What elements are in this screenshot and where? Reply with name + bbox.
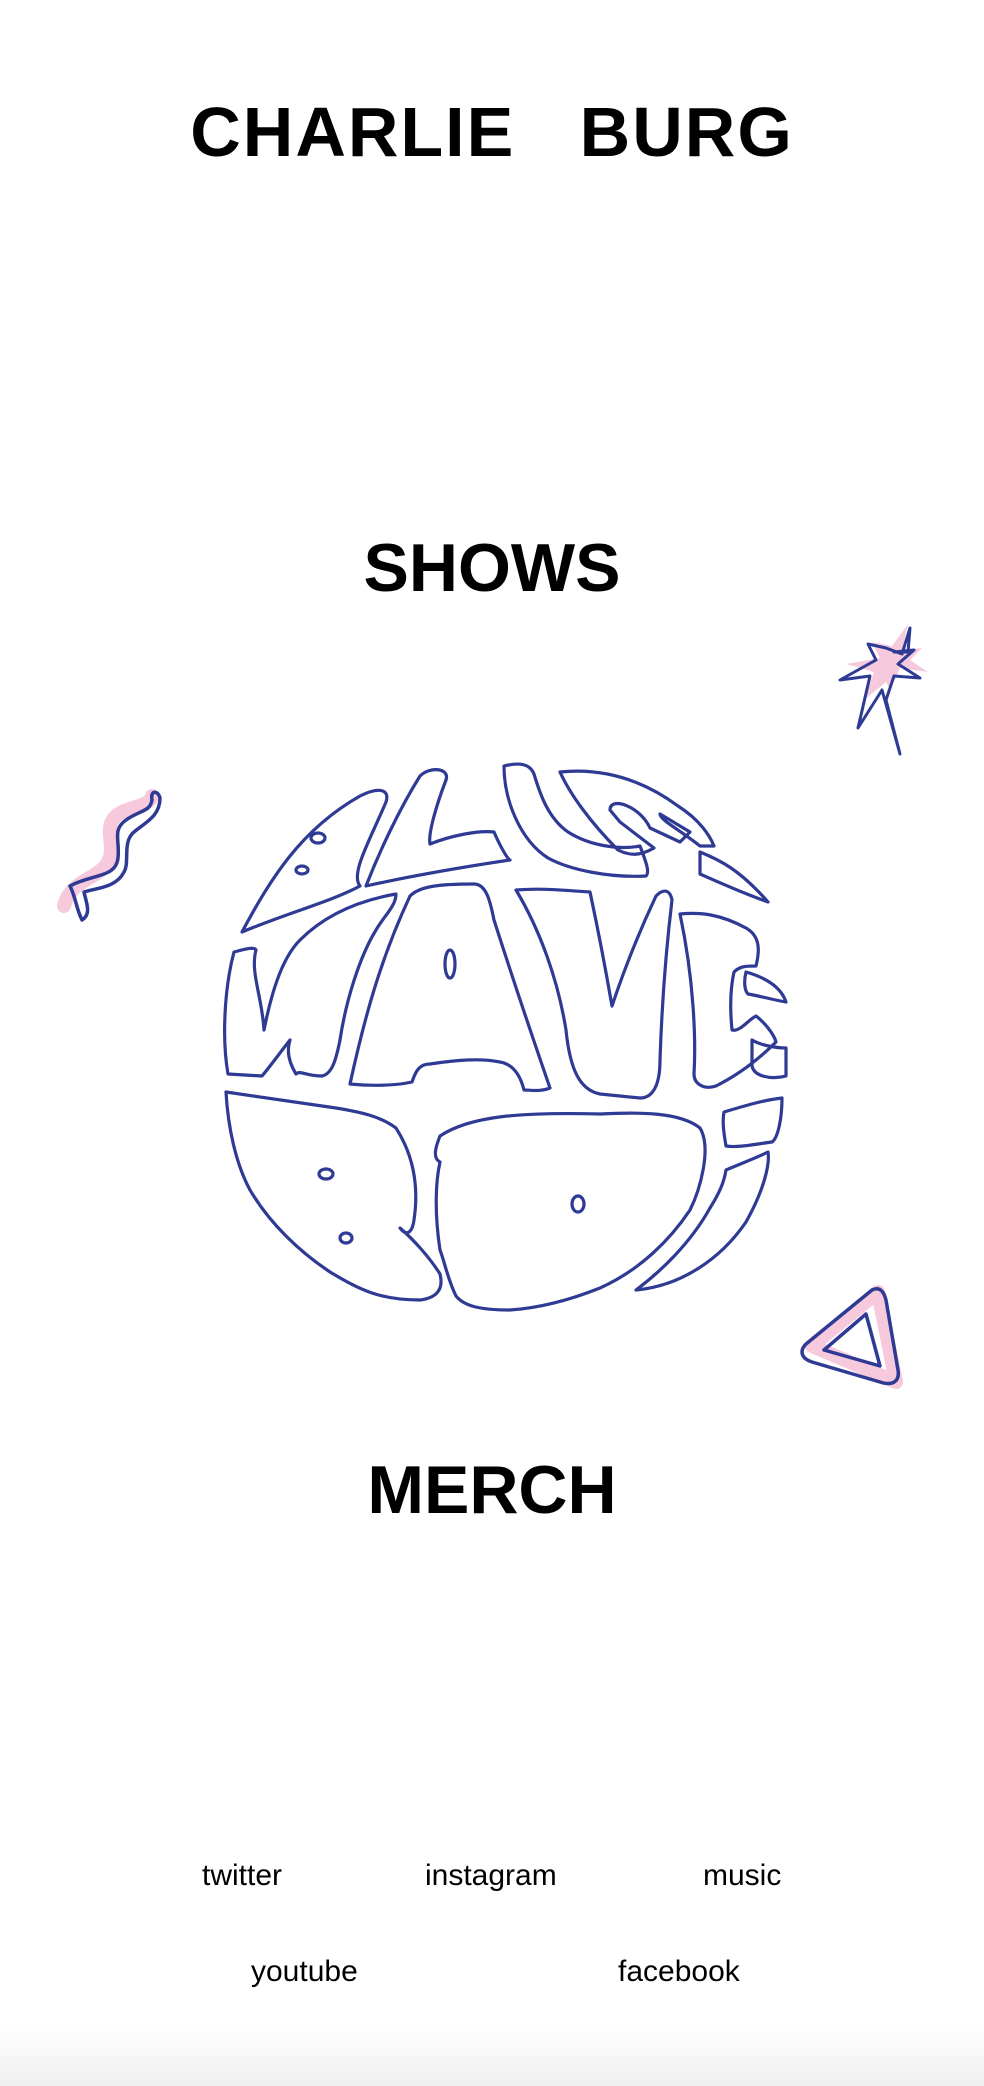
footer-link-instagram[interactable]: instagram (425, 1858, 557, 1894)
triangle-icon (800, 1285, 903, 1389)
squiggle-icon (57, 789, 162, 922)
merch-link[interactable]: MERCH (0, 1450, 984, 1530)
footer-link-music[interactable]: music (703, 1858, 781, 1894)
shows-link[interactable]: SHOWS (0, 528, 984, 608)
blue-wave-boi-logo (223, 762, 788, 1312)
starburst-icon (838, 624, 928, 756)
site-title[interactable]: CHARLIE BURG (0, 91, 984, 173)
footer-link-twitter[interactable]: twitter (202, 1858, 282, 1894)
footer-link-facebook[interactable]: facebook (618, 1954, 740, 1990)
bottom-shadow (0, 2026, 984, 2086)
footer-link-youtube[interactable]: youtube (251, 1954, 358, 1990)
